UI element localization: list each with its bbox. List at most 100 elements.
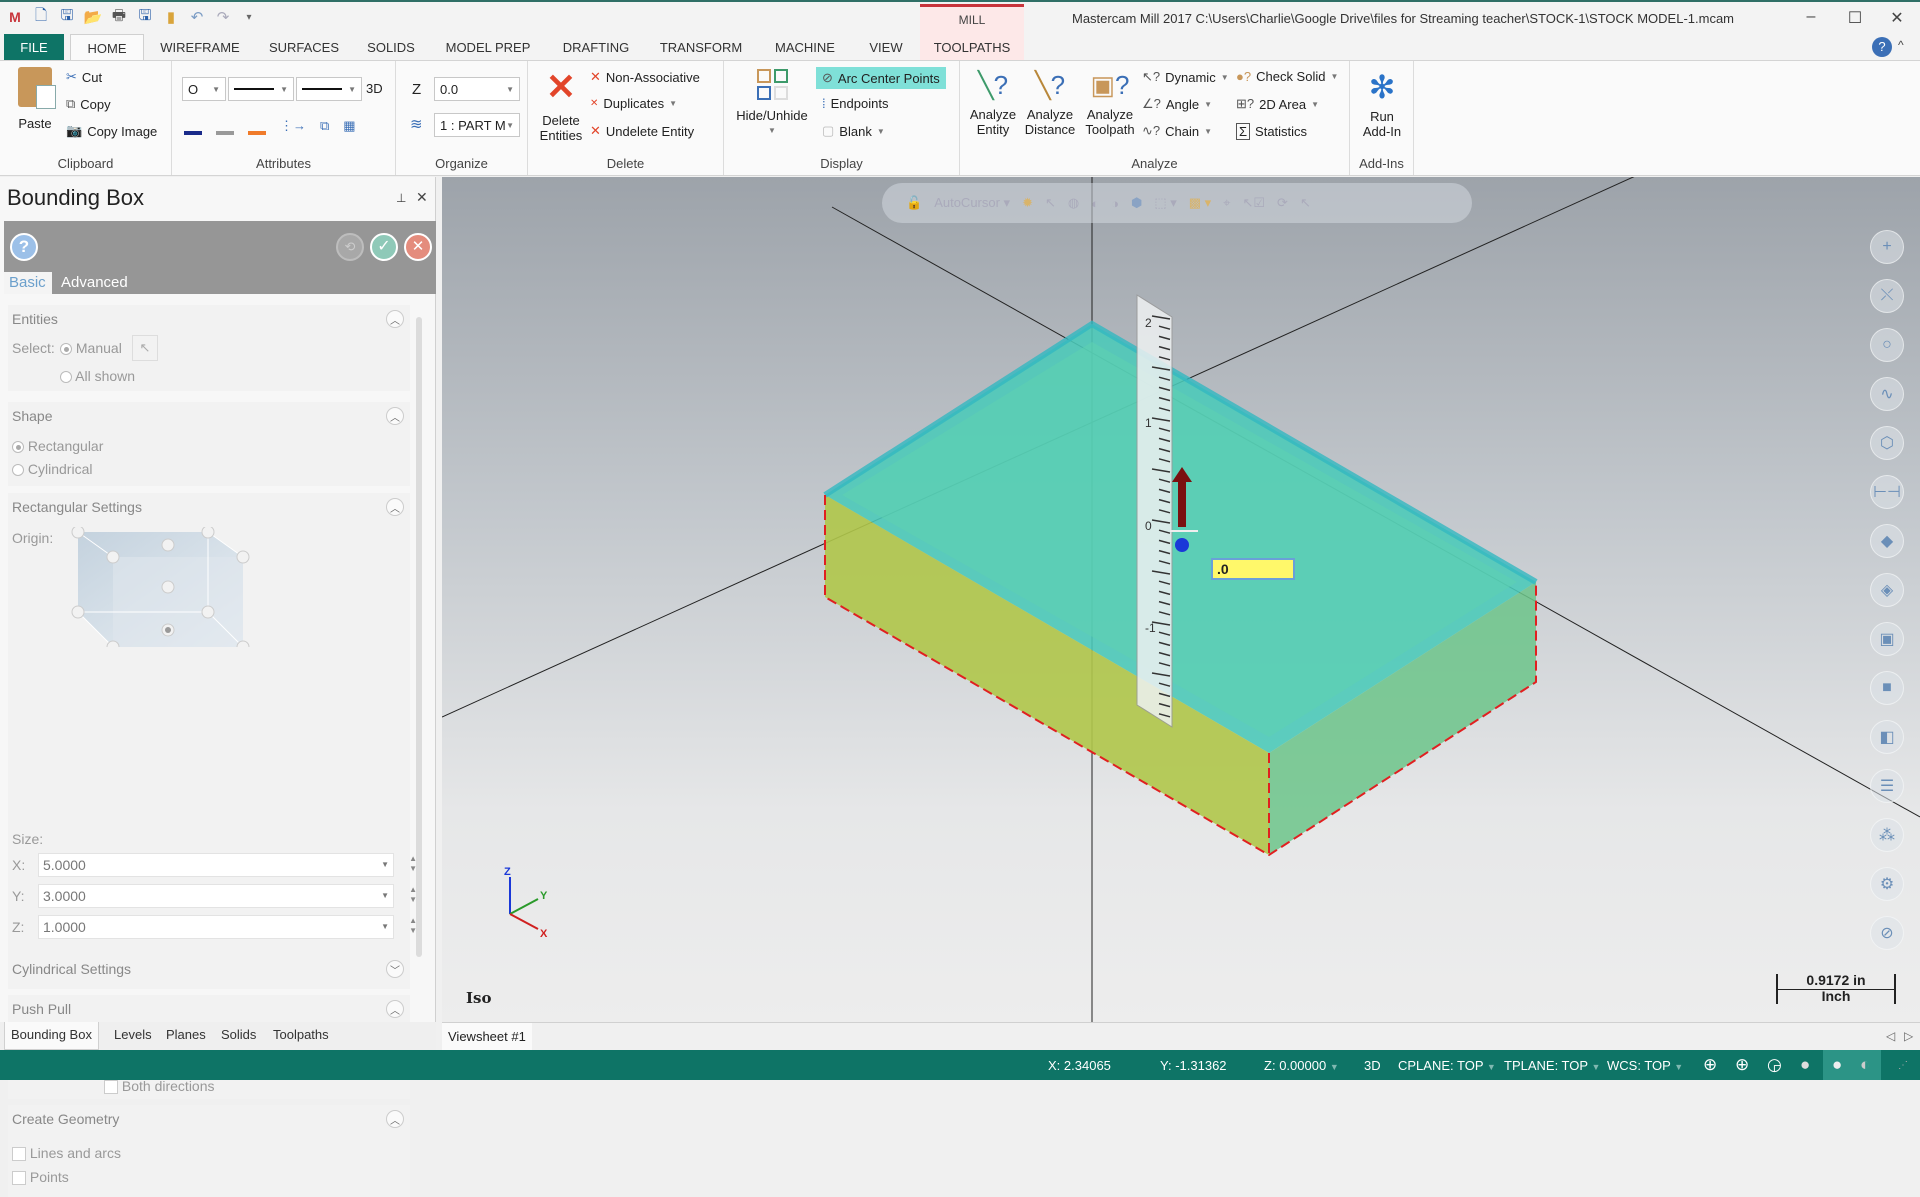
radio-cylindrical[interactable]: Cylindrical [12,461,92,477]
non-associative-button[interactable]: ✕ Non-Associative [590,69,700,85]
select-faces-icon[interactable]: ◐ [1091,196,1099,211]
tab-advanced[interactable]: Advanced [56,272,133,293]
size-y-field[interactable]: 3.0000 ▼ ▲ ▼ [38,884,417,908]
delete-entities-button[interactable]: ✕ Delete Entities [536,67,586,144]
wireframe-display-icon[interactable]: ⊕ [1703,1055,1717,1075]
drill-points-icon[interactable]: ⁂ [1870,818,1904,852]
autocursor-dropdown[interactable]: AutoCursor ▾ [934,195,1010,211]
ok-check-icon[interactable]: ✓ [370,233,398,261]
revolve-icon[interactable]: ◈ [1870,573,1904,607]
line-width-dropdown[interactable]: ▼ [296,77,362,101]
clear-selection-icon[interactable]: ↖ [1300,195,1311,211]
attribute-manager-icon[interactable]: ▦ [343,118,355,134]
pin-icon[interactable]: ⊥ [396,191,406,205]
paste-button[interactable]: Paste [10,67,60,131]
window-select-icon[interactable]: ▩ ▾ [1189,195,1211,211]
statistics-button[interactable]: Σ Statistics [1236,123,1307,140]
chain-button[interactable]: ∿? Chain ▼ [1142,123,1212,139]
duplicates-button[interactable]: ✕ Duplicates ▼ [590,96,677,111]
settings-gear-icon[interactable]: ⚙ [1870,867,1904,901]
z-depth-field[interactable]: 0.0 ▼ [434,77,520,101]
clear-colors-icon[interactable]: ⧉ [320,118,329,134]
panel-scrollbar[interactable] [416,317,422,957]
analyze-distance-button[interactable]: ╲? Analyze Distance [1020,69,1080,137]
surface-color-icon[interactable] [248,117,266,135]
undo-icon[interactable]: ↶ [188,8,206,26]
minimize-button[interactable]: – [1796,8,1826,26]
wireframe-color-icon[interactable] [184,117,202,135]
select-edges-icon[interactable]: ◑ [1111,196,1119,211]
endpoints-button[interactable]: ⁞ Endpoints [822,96,888,111]
solid-color-icon[interactable] [216,117,234,135]
dimension-icon[interactable]: ⊢⊣ [1870,475,1904,509]
tab-basic[interactable]: Basic [4,272,52,294]
tab-home[interactable]: HOME [70,34,144,60]
point-icon[interactable]: + [1870,230,1904,264]
scroll-left-icon[interactable]: ◁ [1886,1029,1895,1043]
manager-tab-bounding-box[interactable]: Bounding Box [4,1022,99,1050]
level-dropdown[interactable]: 1 : PART M ▼ [434,113,520,137]
mode-3d-toggle[interactable]: 3D [366,81,383,96]
tab-drafting[interactable]: DRAFTING [556,34,636,60]
close-panel-icon[interactable]: ✕ [416,189,428,206]
status-tplane[interactable]: TPLANE: TOP ▼ [1504,1058,1600,1073]
help-icon[interactable]: ? [10,233,38,261]
new-file-icon[interactable]: 🗋 [32,7,50,26]
redo-icon[interactable]: ↷ [214,8,232,26]
blank-button[interactable]: ▢ Blank ▼ [822,123,885,139]
line-icon[interactable]: ⤬ [1870,279,1904,313]
tab-wireframe[interactable]: WIREFRAME [152,34,248,60]
origin-box-diagram[interactable] [68,525,258,654]
radio-all-shown[interactable]: All shown [60,368,135,384]
save-icon[interactable]: 🖫 [58,7,76,26]
resize-grip-icon[interactable]: ⋰ [1898,1060,1908,1071]
stock-model-icon[interactable]: ▣ [1870,622,1904,656]
shaded-icon[interactable]: ● [1800,1055,1810,1075]
refresh-icon[interactable]: ⟳ [1277,195,1288,211]
tab-transform[interactable]: TRANSFORM [656,34,746,60]
analyze-entity-button[interactable]: ╲? Analyze Entity [966,69,1020,137]
circle-icon[interactable]: ○ [1870,328,1904,362]
status-cplane[interactable]: CPLANE: TOP ▼ [1398,1058,1496,1073]
line-style-dropdown[interactable]: ▼ [228,77,294,101]
checkbox-points[interactable]: Points [12,1169,69,1186]
select-bodies-icon[interactable]: ⬢ [1131,195,1142,211]
tab-view[interactable]: VIEW [862,34,910,60]
arrow-base-handle[interactable] [1175,538,1189,552]
tab-model-prep[interactable]: MODEL PREP [440,34,536,60]
tab-surfaces[interactable]: SURFACES [262,34,346,60]
tab-solids[interactable]: SOLIDS [360,34,422,60]
radio-manual[interactable]: Manual [60,340,122,356]
maximize-button[interactable]: ☐ [1840,8,1870,28]
select-mode-icon[interactable]: ⬚ ▾ [1154,195,1176,211]
select-solids-icon[interactable]: ◍ [1068,195,1079,211]
collapse-push-pull-icon[interactable]: ︿ [386,1000,404,1018]
cut-button[interactable]: ✂ Cut [66,69,102,85]
boolean-icon[interactable]: ◧ [1870,720,1904,754]
no-entry-icon[interactable]: ⊘ [1870,916,1904,950]
copy-image-button[interactable]: 📷 Copy Image [66,123,157,139]
status-wcs[interactable]: WCS: TOP ▼ [1607,1058,1683,1073]
tab-file[interactable]: FILE [4,34,64,60]
translucency-icon[interactable]: ◐ [1860,1055,1870,1075]
origin-selector[interactable] [68,525,258,654]
collapse-create-geometry-icon[interactable]: ︿ [386,1110,404,1128]
open-folder-icon[interactable]: 📂 [84,8,103,26]
collapse-ribbon-icon[interactable]: ^ [1898,38,1904,52]
set-all-icon[interactable]: ⋮→ [280,118,306,134]
verify-select-icon[interactable]: ⌖ [1223,195,1230,211]
checkbox-lines-and-arcs[interactable]: Lines and arcs [12,1145,121,1162]
manager-tab-planes[interactable]: Planes [166,1027,206,1042]
cancel-x-icon[interactable]: ✕ [404,233,432,261]
hidden-line-removal-icon[interactable]: ◶ [1767,1055,1782,1075]
extrude-icon[interactable]: ◆ [1870,524,1904,558]
expand-cyl-settings-icon[interactable]: ﹀ [386,960,404,978]
manager-tab-toolpaths[interactable]: Toolpaths [273,1027,329,1042]
analyze-toolpath-button[interactable]: ▣? Analyze Toolpath [1080,69,1140,137]
push-pull-arrow[interactable] [1178,477,1186,527]
area-2d-button[interactable]: ⊞? 2D Area ▼ [1236,96,1319,112]
toolpath-list-icon[interactable]: ☰ [1870,769,1904,803]
print-icon[interactable]: 🖶 [110,7,128,26]
push-pull-value-input[interactable]: .0 [1211,558,1295,580]
help-icon[interactable]: ? [1872,37,1892,57]
